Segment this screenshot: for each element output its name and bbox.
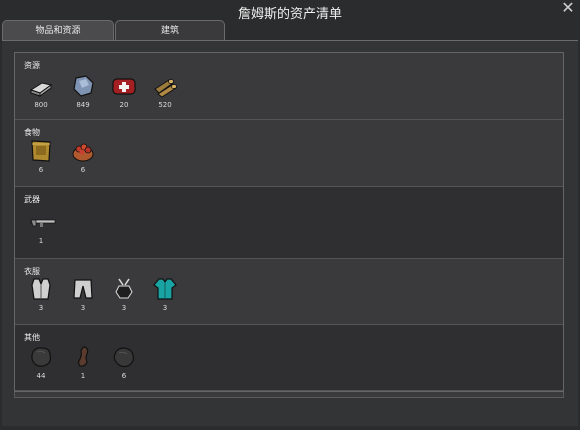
tribal-garment-icon: [115, 278, 133, 299]
medkit-icon: [112, 78, 136, 95]
item-count: 1: [80, 372, 86, 380]
inventory-panel: 资源 800 849 20 520 食物 6 6 武器 1 衣服 3 3 3 3…: [14, 52, 564, 392]
item-packaged-meal[interactable]: 6: [26, 138, 56, 182]
item-count: 6: [38, 166, 44, 174]
stone-chunk-icon: [73, 75, 94, 97]
section-title: 资源: [24, 61, 40, 70]
item-rock-chunk[interactable]: 44: [26, 344, 56, 388]
item-count: 520: [158, 101, 172, 109]
tab-buildings[interactable]: 建筑: [115, 20, 225, 40]
rock-chunk-icon: [113, 347, 135, 368]
item-shirt[interactable]: 3: [150, 276, 180, 320]
section-resources: 资源 800 849 20 520: [15, 53, 563, 120]
item-rifle[interactable]: 1: [26, 209, 56, 253]
section-clothing: 衣服 3 3 3 3: [15, 259, 563, 325]
shirt-icon: [153, 278, 177, 300]
rock-chunk-icon: [31, 347, 52, 367]
item-count: 3: [162, 304, 168, 312]
steel-ingot-icon: [29, 82, 53, 97]
item-wood[interactable]: 520: [150, 73, 180, 117]
item-count: 849: [76, 101, 90, 109]
item-pants[interactable]: 3: [68, 276, 98, 320]
inventory-window: 詹姆斯的资产清单 ✕ 物品和资源 建筑 资源 800 849 20 520 食物…: [0, 0, 580, 430]
section-title: 其他: [24, 333, 40, 342]
section-title: 食物: [24, 128, 40, 137]
section-weapons: 武器 1: [15, 187, 563, 259]
item-stone[interactable]: 849: [68, 73, 98, 117]
item-count: 1: [38, 237, 44, 245]
item-leather-scrap[interactable]: 1: [68, 344, 98, 388]
item-rock-chunk[interactable]: 6: [109, 344, 139, 388]
item-tribal[interactable]: 3: [109, 276, 139, 320]
packaged-survival-meal-icon: [31, 140, 51, 162]
vest-icon: [31, 278, 51, 300]
close-icon[interactable]: ✕: [560, 0, 576, 16]
berries-icon: [72, 143, 94, 162]
item-count: 6: [80, 166, 86, 174]
section-title: 武器: [24, 195, 40, 204]
item-count: 20: [119, 101, 129, 109]
section-other: 其他 44 1 6: [15, 325, 563, 391]
pants-icon: [73, 279, 93, 299]
item-count: 44: [36, 372, 46, 380]
item-count: 3: [121, 304, 127, 312]
rifle-icon: [30, 219, 56, 227]
item-medicine[interactable]: 20: [109, 73, 139, 117]
panel-bottom-bar: [14, 392, 564, 398]
wood-logs-icon: [154, 79, 177, 98]
section-food: 食物 6 6: [15, 120, 563, 187]
item-count: 3: [38, 304, 44, 312]
item-berries[interactable]: 6: [68, 138, 98, 182]
item-count: 800: [34, 101, 48, 109]
item-count: 6: [121, 372, 127, 380]
tab-items-and-resources[interactable]: 物品和资源: [2, 20, 114, 40]
leather-scrap-icon: [77, 346, 89, 367]
item-steel[interactable]: 800: [26, 73, 56, 117]
item-count: 3: [80, 304, 86, 312]
item-vest[interactable]: 3: [26, 276, 56, 320]
